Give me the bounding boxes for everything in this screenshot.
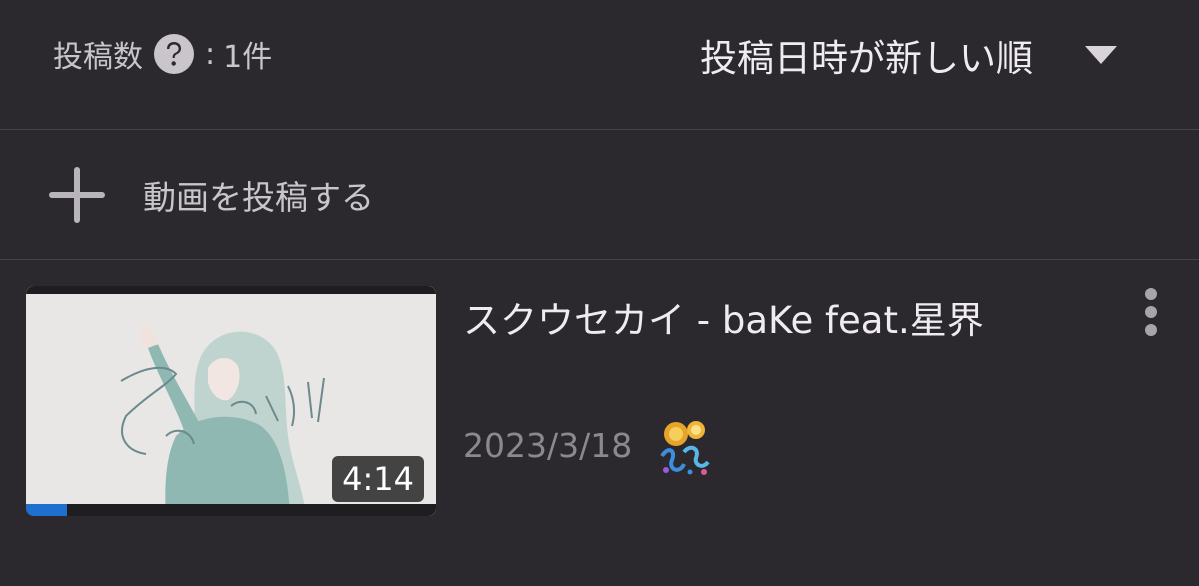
more-vertical-icon[interactable] — [1136, 286, 1166, 346]
watch-progress-fill — [26, 504, 67, 516]
watch-progress-bar — [26, 504, 436, 516]
plus-icon — [49, 166, 105, 223]
caret-down-icon — [1085, 46, 1117, 64]
video-duration: 4:14 — [332, 456, 424, 502]
question-circle-icon[interactable] — [153, 33, 195, 75]
page: 投稿数 : 1件 投稿日時が新しい順 動画を投稿する 4:14 スクウセカイ -… — [0, 0, 1199, 586]
post-count-separator: : — [205, 36, 216, 72]
celebration-badge-icon — [660, 421, 710, 475]
post-count-value: 1件 — [223, 40, 273, 75]
post-count-label: 投稿数 — [53, 40, 143, 75]
video-list-item: 4:14 スクウセカイ - baKe feat.星界 2023/3/18 — [0, 260, 1199, 586]
sort-dropdown[interactable]: 投稿日時が新しい順 — [700, 30, 1119, 80]
video-thumbnail[interactable]: 4:14 — [26, 286, 436, 516]
list-header: 投稿数 : 1件 投稿日時が新しい順 — [0, 0, 1199, 130]
sort-label: 投稿日時が新しい順 — [700, 37, 1033, 80]
add-video-button[interactable]: 動画を投稿する — [0, 130, 1199, 260]
add-video-label: 動画を投稿する — [143, 177, 374, 217]
video-title[interactable]: スクウセカイ - baKe feat.星界 — [463, 290, 984, 344]
post-count: 投稿数 : 1件 — [53, 33, 273, 75]
video-date: 2023/3/18 — [463, 426, 633, 465]
